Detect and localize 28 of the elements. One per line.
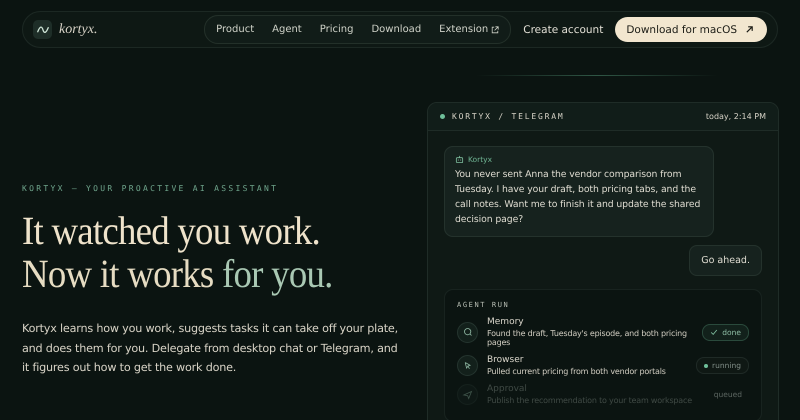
headline: It watched you work. bbox=[22, 209, 321, 252]
send-icon bbox=[457, 384, 478, 405]
timestamp: today, 2:14 PM bbox=[706, 112, 766, 121]
nav-link[interactable]: Product bbox=[207, 24, 264, 35]
user-message-bubble: Go ahead. bbox=[689, 245, 762, 276]
description-text: Kortyx learns how you work, suggests tasks it can take off your plate, and does them for you. Delegate from desktop chat or Telegram, and it figures out how to get the work done. bbox=[22, 321, 399, 376]
nav-link[interactable]: Agent bbox=[263, 24, 311, 35]
status-dot bbox=[440, 114, 445, 119]
arrow-icon bbox=[745, 25, 754, 34]
eyebrow-text: KORTYX — YOUR PROACTIVE AI ASSISTANT bbox=[22, 184, 280, 193]
brand-name[interactable]: kortyx. bbox=[59, 22, 98, 38]
check-icon bbox=[710, 328, 718, 336]
download-button[interactable]: Download for macOS bbox=[615, 17, 767, 42]
step-name: Browser bbox=[487, 355, 524, 365]
message-text: You never sent Anna the vendor comparison from Tuesday. I have your draft, both pricing tabs, and the call notes. Want me to finish it and update the shared decision page? bbox=[455, 168, 702, 227]
logo-icon bbox=[33, 20, 52, 39]
nav-link[interactable]: Extension bbox=[430, 24, 508, 35]
nav-link[interactable]: Download bbox=[362, 24, 430, 35]
headline: Now it works for you. bbox=[22, 252, 334, 295]
search-icon bbox=[457, 322, 478, 342]
step-detail: Pulled current pricing from both vendor portals bbox=[487, 367, 667, 376]
bot-icon bbox=[455, 155, 464, 164]
nav-link[interactable]: Pricing bbox=[310, 24, 362, 35]
create-account-link[interactable]: Create account bbox=[523, 24, 604, 36]
step-name: Memory bbox=[487, 317, 525, 327]
chat-title: KORTYX / TELEGRAM bbox=[452, 112, 566, 121]
step-detail: Found the draft, Tuesday's episode, and both pricing pages bbox=[487, 329, 688, 347]
cursor-icon bbox=[457, 355, 478, 376]
